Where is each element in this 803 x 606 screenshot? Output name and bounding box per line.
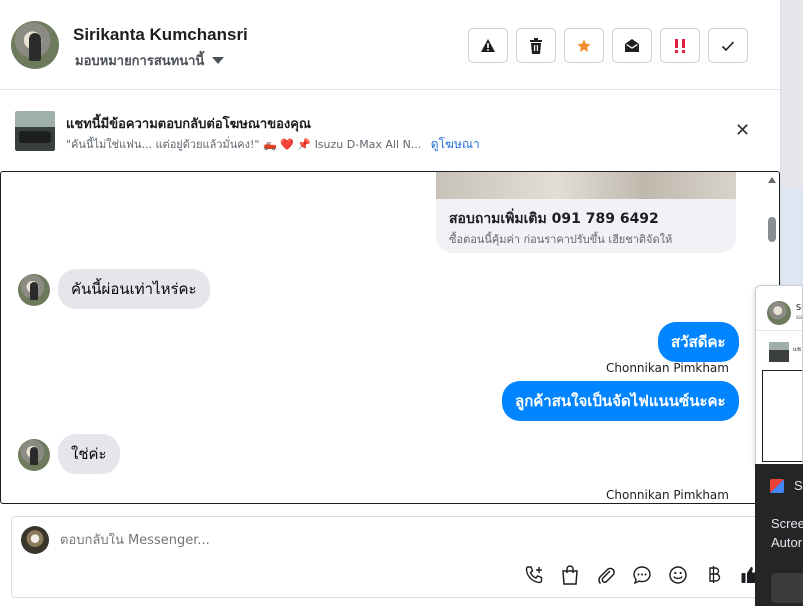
conversation-header: Sirikanta Kumchansri มอบหมายการสนทนานี้ bbox=[0, 0, 780, 90]
notification-title: Scree bbox=[771, 516, 803, 531]
incoming-message: คันนี้ผ่อนเท่าไหร่คะ bbox=[58, 269, 210, 309]
ad-card-subtitle: ซื้อตอนนี้คุ้มค่า ก่อนราคาปรับขึ้น เฮียช… bbox=[449, 233, 673, 246]
ad-banner-title: แชทนี้มีข้อความตอบกลับต่อโฆษณาของคุณ bbox=[66, 117, 311, 132]
assign-label: มอบหมายการสนทนานี้ bbox=[75, 54, 205, 69]
sender-name: Chonnikan Pimkham bbox=[606, 361, 729, 375]
incoming-message: ใช่ค่ะ bbox=[58, 434, 120, 474]
saved-replies-button[interactable] bbox=[624, 564, 660, 586]
star-icon bbox=[577, 38, 591, 52]
paperclip-icon bbox=[598, 567, 615, 585]
scrollbar-thumb[interactable] bbox=[768, 217, 776, 242]
baht-icon bbox=[709, 566, 721, 583]
page-avatar bbox=[21, 526, 49, 554]
delete-button[interactable] bbox=[516, 28, 556, 63]
reply-input[interactable] bbox=[60, 533, 560, 548]
attach-button[interactable] bbox=[588, 564, 624, 586]
screenshot-notification[interactable]: S Scree Autor bbox=[755, 464, 803, 606]
ad-snippet-row: "คันนี้ไม่ใช่แฟน... แต่อยู่ด้วยแล้วมั่นค… bbox=[66, 135, 480, 154]
conversation-pane: Sirikanta Kumchansri มอบหมายการสนทนานี้ bbox=[0, 0, 780, 606]
mini-chat-divider bbox=[756, 330, 802, 331]
assign-conversation-dropdown[interactable]: มอบหมายการสนทนานี้ bbox=[75, 50, 225, 71]
call-button[interactable] bbox=[516, 564, 552, 586]
ad-card[interactable]: สอบถามเพิ่มเติม 091 789 6492 ซื้อตอนนี้ค… bbox=[436, 172, 736, 253]
emoji-button[interactable] bbox=[660, 564, 696, 586]
check-icon bbox=[721, 40, 735, 51]
snipping-tool-icon bbox=[770, 479, 784, 493]
envelope-open-icon bbox=[625, 39, 639, 52]
mini-chat-avatar bbox=[767, 301, 791, 325]
message-thread[interactable]: สอบถามเพิ่มเติม 091 789 6492 ซื้อตอนนี้ค… bbox=[0, 171, 780, 504]
shop-button[interactable] bbox=[552, 564, 588, 586]
ad-card-title: สอบถามเพิ่มเติม 091 789 6492 bbox=[449, 211, 659, 227]
outgoing-message: ลูกค้าสนใจเป็นจัดไฟแนนซ์นะคะ bbox=[502, 381, 739, 421]
contact-avatar-small bbox=[18, 274, 50, 306]
smiley-icon bbox=[669, 566, 687, 584]
ad-snippet: "คันนี้ไม่ใช่แฟน... แต่อยู่ด้วยแล้วมั่นค… bbox=[66, 138, 422, 151]
mini-thread-box bbox=[762, 370, 802, 462]
mini-ad-thumbnail bbox=[769, 342, 789, 362]
mini-chat-sub-text: มอ bbox=[796, 314, 803, 321]
mini-ad-text: แช bbox=[793, 346, 801, 353]
mark-unread-button[interactable] bbox=[612, 28, 652, 63]
notification-app-name: S bbox=[794, 478, 803, 493]
reply-composer bbox=[11, 516, 780, 598]
phone-plus-icon bbox=[525, 566, 543, 584]
ad-card-image bbox=[436, 172, 736, 199]
mark-spam-button[interactable] bbox=[660, 28, 700, 63]
mini-chat-name: Si มอ bbox=[796, 303, 803, 322]
right-edge-highlight bbox=[781, 188, 803, 288]
mark-done-button[interactable] bbox=[708, 28, 748, 63]
contact-avatar-small bbox=[18, 439, 50, 471]
star-button[interactable] bbox=[564, 28, 604, 63]
ad-thumbnail bbox=[15, 111, 55, 151]
outgoing-message: สวัสดีคะ bbox=[658, 322, 739, 362]
contact-avatar[interactable] bbox=[11, 21, 59, 69]
ad-reply-banner: แชทนี้มีข้อความตอบกลับต่อโฆษณาของคุณ "คั… bbox=[0, 91, 780, 171]
notification-body: Autor bbox=[771, 535, 803, 550]
scroll-up-arrow-icon[interactable] bbox=[768, 177, 776, 183]
composer-toolbar bbox=[516, 564, 768, 586]
caret-down-icon bbox=[212, 57, 225, 64]
page: Sirikanta Kumchansri มอบหมายการสนทนานี้ bbox=[0, 0, 803, 606]
report-button[interactable] bbox=[468, 28, 508, 63]
header-actions bbox=[468, 28, 756, 63]
notification-action-button[interactable] bbox=[771, 573, 803, 603]
shopping-bag-icon bbox=[562, 565, 578, 585]
sender-name: Chonnikan Pimkham bbox=[606, 488, 729, 502]
trash-icon bbox=[530, 37, 542, 54]
mini-chat-preview[interactable]: Si มอ แช bbox=[755, 285, 803, 465]
warning-icon bbox=[481, 39, 495, 52]
mini-chat-name-text: Si bbox=[796, 303, 803, 312]
close-icon[interactable]: ✕ bbox=[735, 122, 750, 140]
payment-button[interactable] bbox=[696, 564, 732, 586]
contact-name[interactable]: Sirikanta Kumchansri bbox=[73, 25, 248, 45]
view-ad-link[interactable]: ดูโฆษณา bbox=[431, 137, 480, 151]
spam-icon bbox=[675, 38, 685, 53]
chat-bubble-icon bbox=[633, 566, 651, 585]
